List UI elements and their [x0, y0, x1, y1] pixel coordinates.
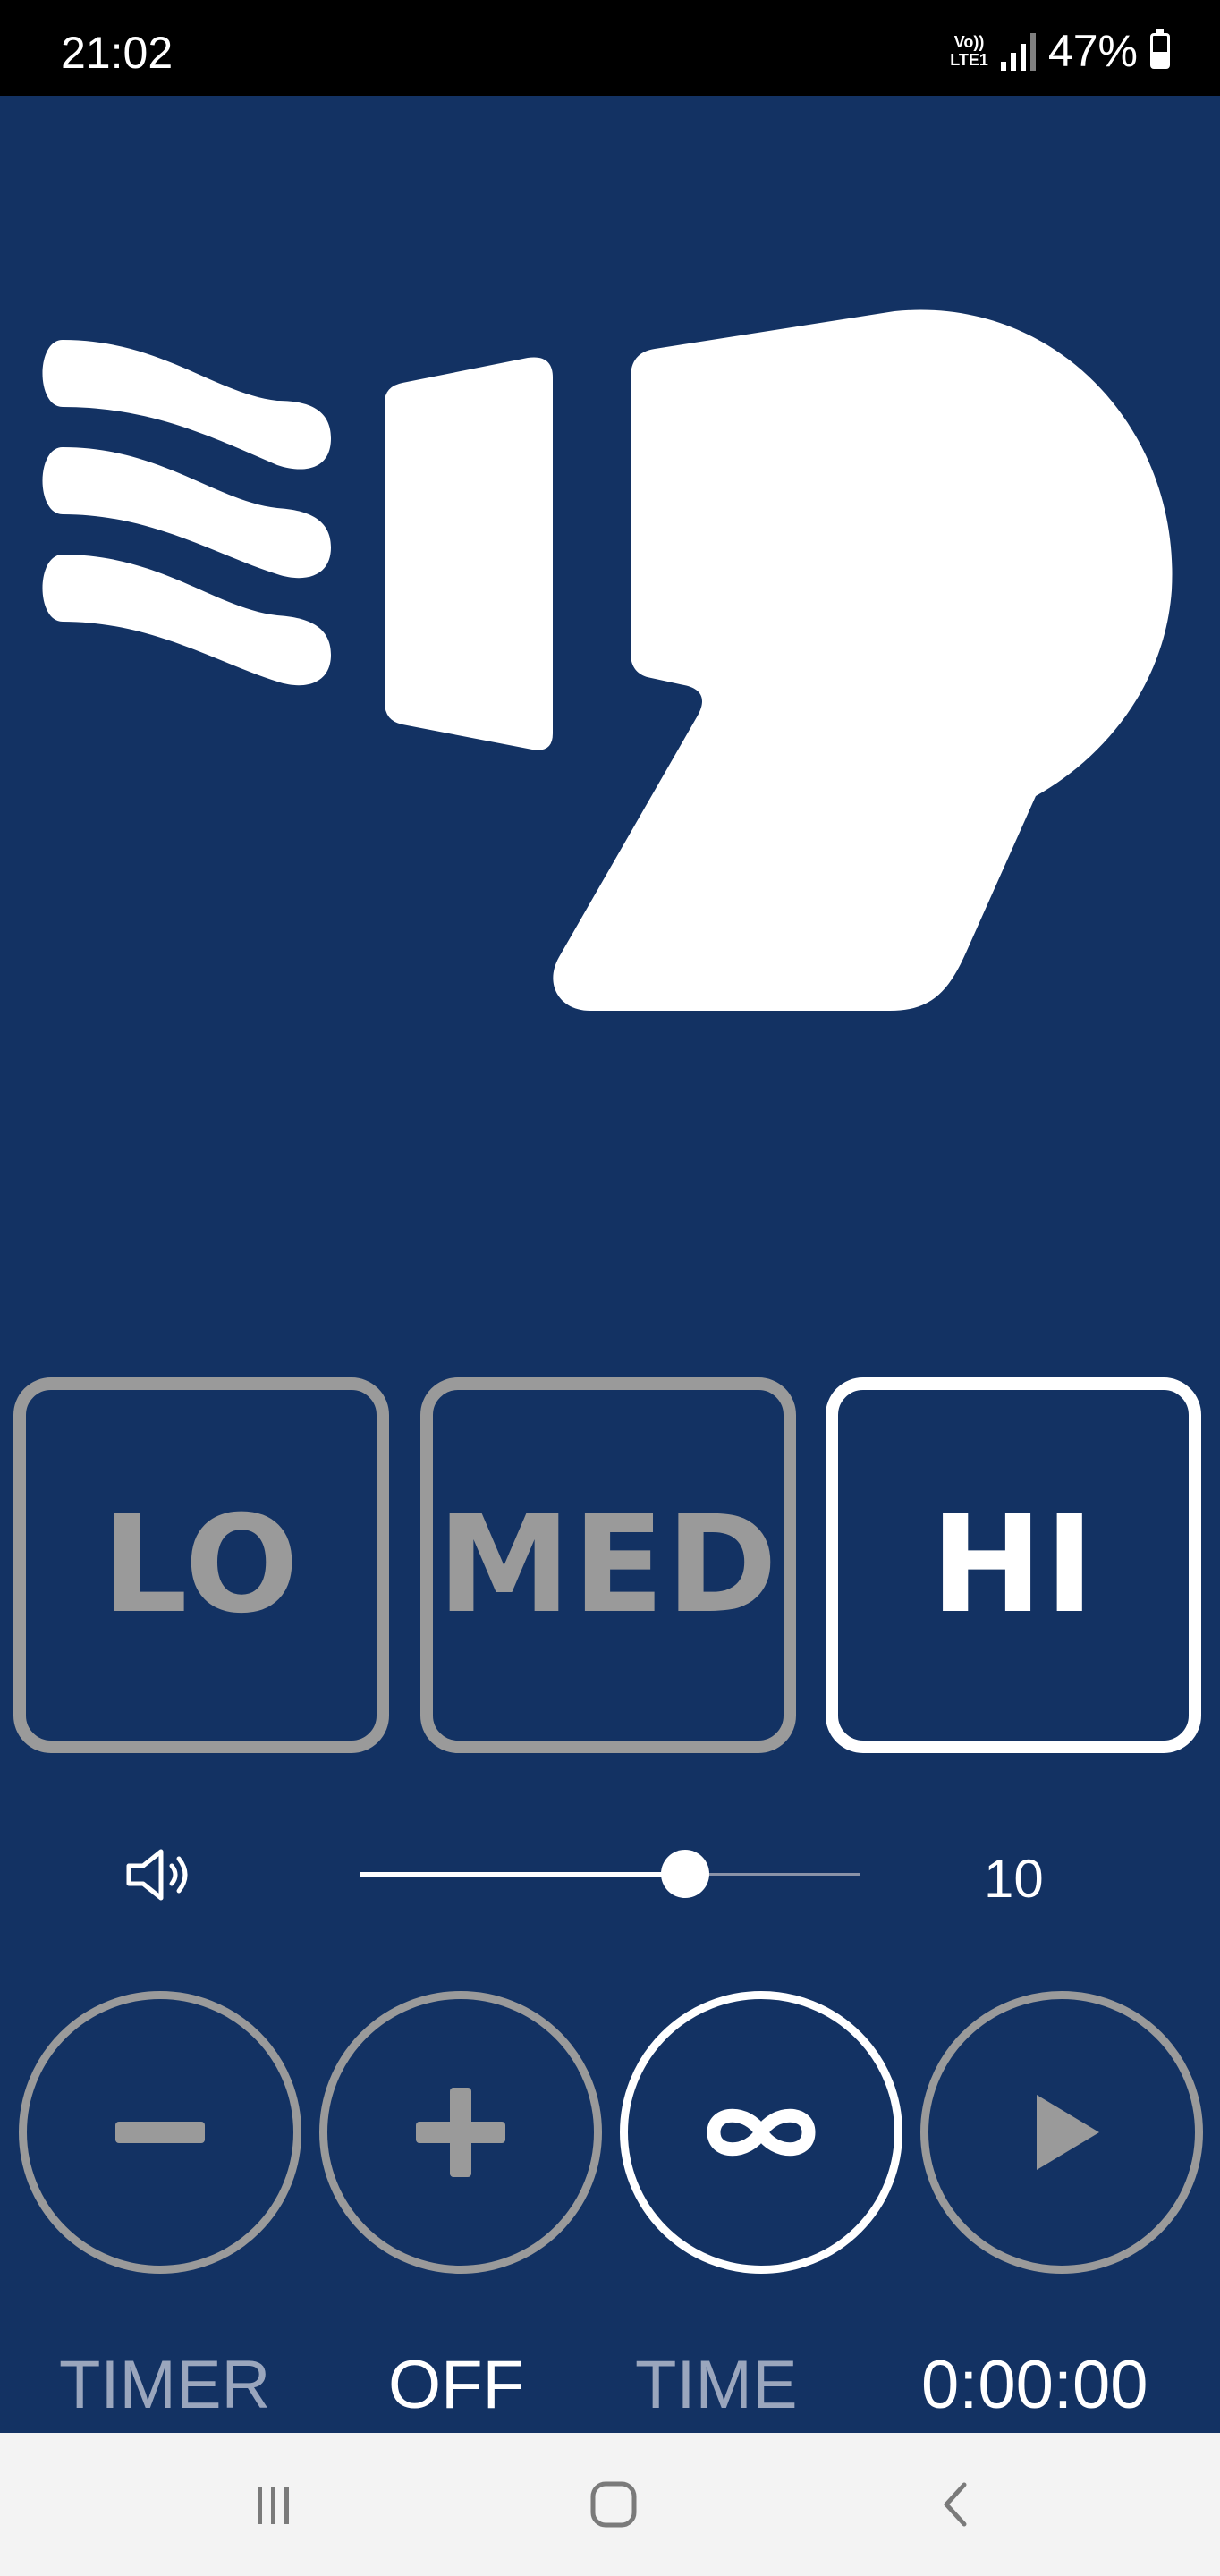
- play-button[interactable]: [920, 1991, 1203, 2274]
- status-icons: Vo)) LTE1 47%: [950, 25, 1170, 77]
- speed-button-med[interactable]: MED: [420, 1377, 796, 1753]
- volte-top-text: Vo)): [953, 33, 985, 51]
- speed-label-med: MED: [436, 1487, 780, 1643]
- speed-button-hi[interactable]: HI: [826, 1377, 1201, 1753]
- home-button[interactable]: [560, 2469, 667, 2540]
- speed-label-lo: LO: [102, 1487, 301, 1643]
- recents-button[interactable]: [220, 2469, 327, 2540]
- volume-slider-thumb[interactable]: [661, 1850, 709, 1898]
- speed-label-hi: HI: [930, 1487, 1097, 1643]
- timer-label: TIMER: [59, 2347, 271, 2423]
- back-button[interactable]: [903, 2469, 1011, 2540]
- volume-slider[interactable]: [360, 1850, 860, 1898]
- hair-dryer-icon: [42, 309, 1173, 1011]
- speed-button-lo[interactable]: LO: [13, 1377, 389, 1753]
- infinity-button[interactable]: [620, 1991, 902, 2274]
- screen: 21:02 Vo)) LTE1 47% LO MED HI 10 TIMER O…: [0, 0, 1220, 2576]
- battery-icon: [1150, 29, 1170, 69]
- volte-bottom-text: LTE1: [950, 51, 988, 69]
- minus-button[interactable]: [19, 1991, 301, 2274]
- status-bar: 21:02 Vo)) LTE1 47%: [0, 0, 1220, 96]
- volte-indicator: Vo)) LTE1: [950, 33, 988, 69]
- status-time: 21:02: [61, 28, 174, 78]
- dryer-nozzle: [385, 357, 553, 750]
- signal-icon: [1000, 31, 1036, 71]
- volume-value: 10: [984, 1849, 1044, 1909]
- speaker-icon[interactable]: [125, 1846, 197, 1903]
- minus-icon: [115, 2122, 205, 2143]
- battery-percent: 47%: [1047, 26, 1138, 76]
- play-icon: [1037, 2095, 1099, 2170]
- back-icon: [944, 2482, 967, 2527]
- plus-icon: [416, 2088, 505, 2177]
- time-label: TIME: [635, 2347, 798, 2423]
- time-value: 0:00:00: [921, 2347, 1148, 2423]
- infinity-icon: [707, 2108, 816, 2157]
- volume-slider-fill: [360, 1872, 685, 1877]
- navigation-bar: [0, 2433, 1220, 2576]
- plus-button[interactable]: [319, 1991, 602, 2274]
- dryer-body: [553, 309, 1173, 1011]
- recents-icon: [258, 2487, 289, 2524]
- timer-value[interactable]: OFF: [388, 2347, 524, 2424]
- home-icon: [590, 2481, 637, 2528]
